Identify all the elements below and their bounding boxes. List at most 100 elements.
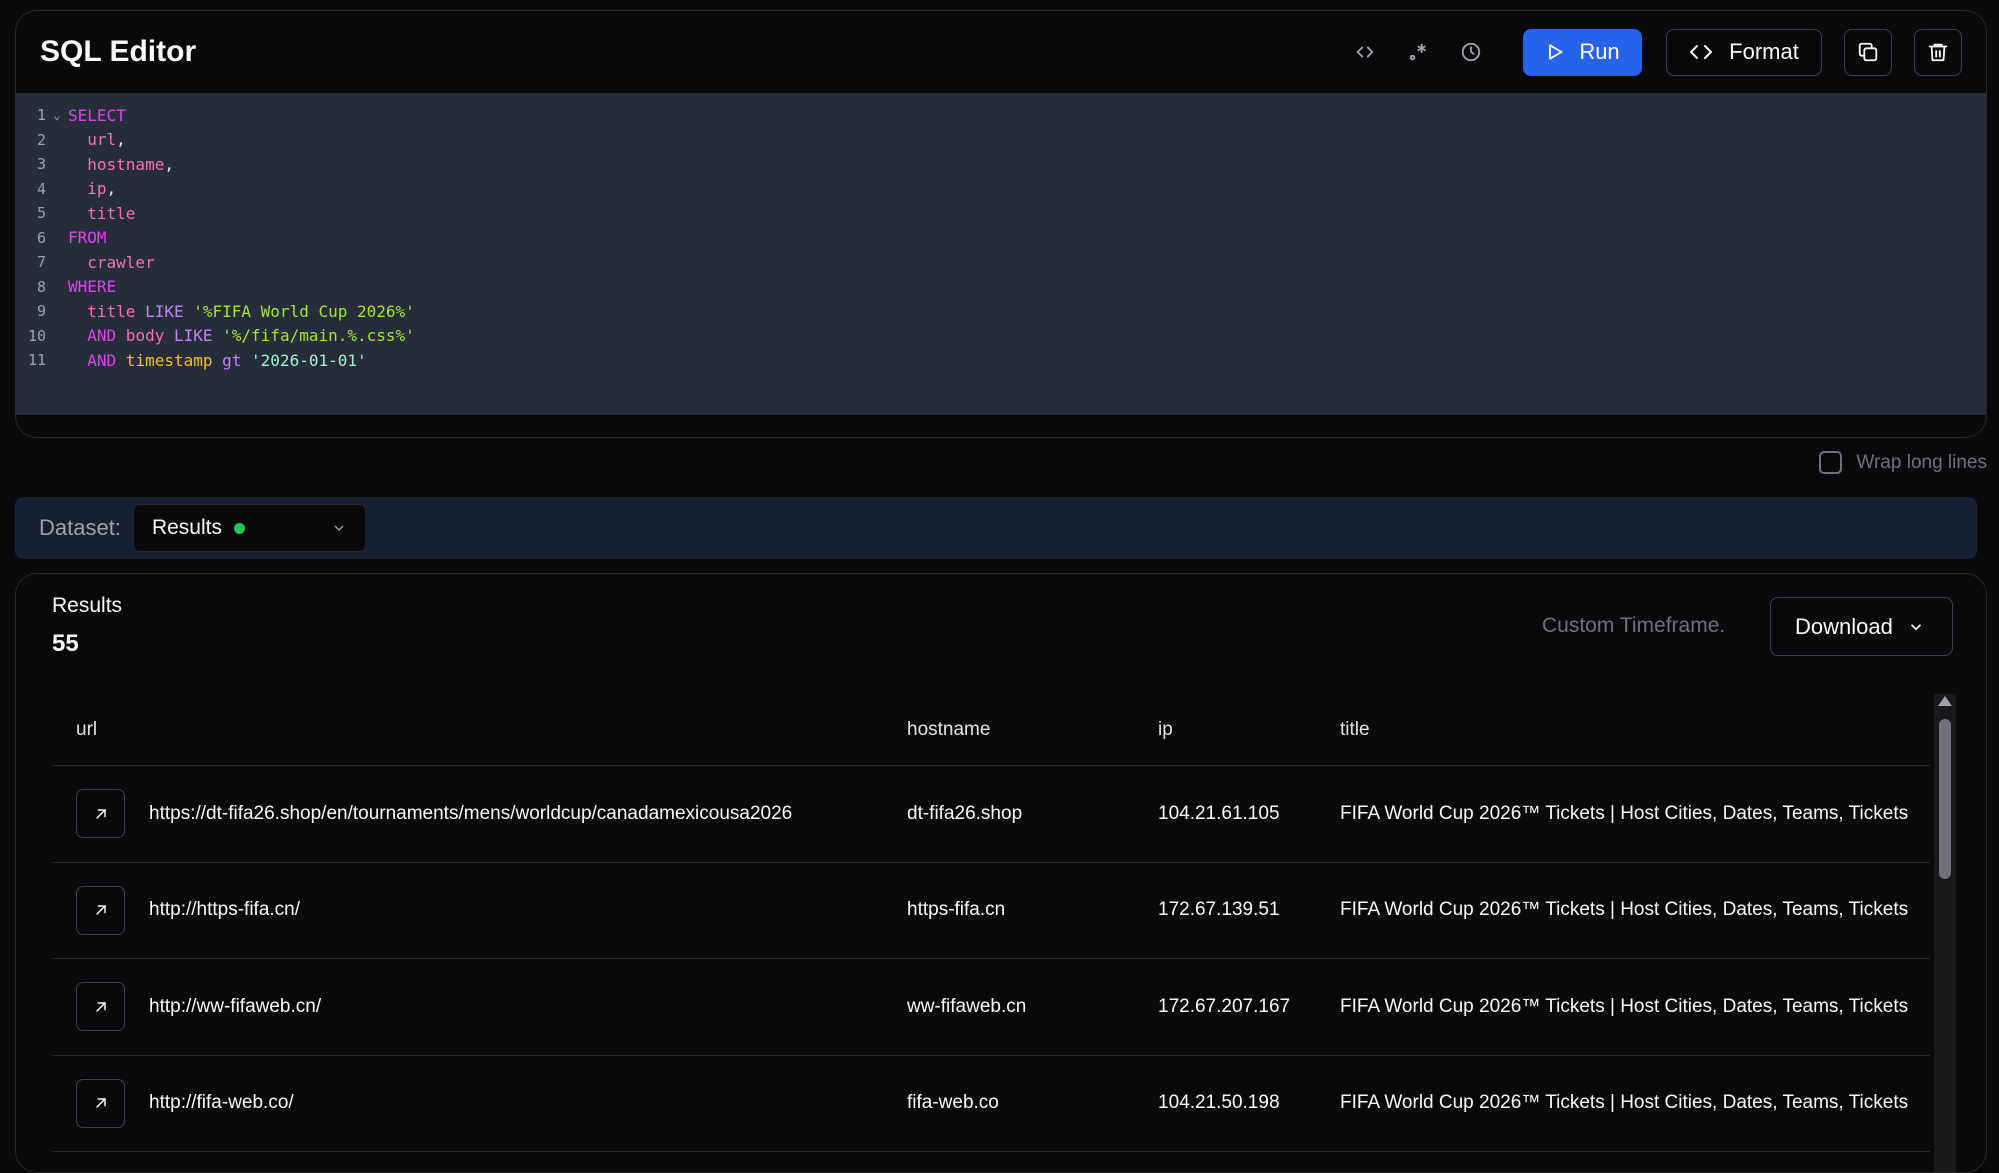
dataset-select[interactable]: Results [132, 504, 366, 552]
line-number: 6 [36, 228, 46, 247]
code-editor[interactable]: 1 ⌄ SELECT 2 url, 3 hostname, 4 ip, 5 title 6 FR… [16, 93, 1986, 415]
code-line[interactable]: 9 title LIKE '%FIFA World Cup 2026%' [16, 299, 1986, 324]
open-link-button[interactable] [76, 885, 125, 935]
code-token: LIKE [135, 301, 194, 321]
custom-timeframe-label: Custom Timeframe. [1542, 614, 1726, 637]
dataset-label: Dataset: [39, 515, 121, 540]
regex-icon[interactable] [1398, 32, 1438, 72]
cell-url: http://fifa-web.co/ [52, 1078, 907, 1128]
cell-ip: 104.21.50.198 [1158, 1092, 1280, 1114]
code-icon[interactable] [1345, 32, 1385, 72]
line-number: 10 [27, 326, 46, 345]
scroll-thumb[interactable] [1939, 719, 1951, 879]
arrow-up-right-icon [95, 905, 106, 915]
code-token: '%FIFA World Cup 2026%' [193, 301, 415, 321]
results-table: url hostname ip title https://dt-fifa26.… [52, 694, 1930, 1152]
table-row[interactable]: http://https-fifa.cn/https-fifa.cn 172.67… [52, 863, 1930, 959]
cell-title: FIFA World Cup 2026™ Tickets | Host Citi… [1340, 995, 1909, 1017]
line-number: 2 [36, 130, 46, 149]
arrow-up-right-icon [95, 1002, 106, 1012]
wrap-checkbox[interactable] [1819, 451, 1843, 474]
chevron-down-icon [334, 525, 344, 531]
line-number: 8 [36, 277, 46, 296]
cell-ip: 172.67.207.167 [1158, 995, 1291, 1017]
code-text: url, [68, 130, 126, 149]
code-token: title [68, 301, 136, 321]
code-token: hostname [68, 154, 165, 174]
column-header-url[interactable]: url [52, 719, 907, 741]
copy-icon [1858, 42, 1878, 62]
download-label: Download [1795, 613, 1893, 639]
url-text[interactable]: https://dt-fifa26.shop/en/tournaments/me… [149, 803, 792, 825]
code-line[interactable]: 5 title [16, 201, 1986, 226]
code-line[interactable]: 4 ip, [16, 177, 1986, 202]
url-text[interactable]: http://fifa-web.co/ [149, 1092, 294, 1114]
code-line[interactable]: 3 hostname, [16, 152, 1986, 177]
code-token: AND [68, 326, 117, 346]
open-link-button[interactable] [76, 982, 125, 1032]
sql-editor-panel: SQL Editor Run Format 1 ⌄ SELECT 2 url, 3 ho… [15, 10, 1987, 438]
code-token: body [116, 326, 165, 346]
line-number: 4 [36, 179, 46, 198]
line-number: 7 [36, 253, 46, 272]
code-text: AND timestamp gt '2026-01-01' [68, 350, 366, 370]
code-line[interactable]: 2 url, [16, 128, 1986, 153]
cell-title: FIFA World Cup 2026™ Tickets | Host Citi… [1340, 1092, 1909, 1114]
line-number: 3 [36, 155, 46, 174]
copy-button[interactable] [1844, 28, 1892, 76]
code-text: AND body LIKE '%/fifa/main.%.css%' [68, 326, 415, 345]
open-link-button[interactable] [76, 1078, 125, 1128]
url-text[interactable]: http://https-fifa.cn/ [149, 899, 300, 921]
code-line[interactable]: 1 ⌄ SELECT [16, 103, 1986, 128]
column-header-ip[interactable]: ip [1158, 719, 1340, 741]
code-line[interactable]: 6 FROM [16, 226, 1986, 251]
code-text: SELECT [68, 106, 126, 125]
code-text: hostname, [68, 155, 174, 174]
code-token: LIKE [164, 326, 223, 346]
page-title: SQL Editor [40, 35, 197, 68]
code-line[interactable]: 8 WHERE [16, 275, 1986, 300]
format-label: Format [1729, 39, 1799, 64]
fold-chevron-icon[interactable]: ⌄ [46, 108, 68, 122]
scroll-up-arrow-icon[interactable] [1938, 696, 1952, 706]
cell-hostname: https-fifa.cn [907, 899, 1006, 921]
table-body: https://dt-fifa26.shop/en/tournaments/me… [52, 766, 1930, 1152]
editor-header: SQL Editor Run Format [16, 11, 1986, 93]
code-text: ip, [68, 179, 116, 198]
wrap-long-lines-toggle: Wrap long lines [1819, 451, 1987, 474]
table-header: url hostname ip title [52, 694, 1930, 766]
url-text[interactable]: http://ww-fifaweb.cn/ [149, 996, 321, 1018]
dataset-bar: Dataset: Results [15, 497, 1977, 559]
code-token: title [68, 203, 136, 223]
table-row[interactable]: http://fifa-web.co/fifa-web.co 104.21.50.… [52, 1056, 1930, 1152]
open-link-button[interactable] [76, 789, 125, 839]
code-token: , [116, 130, 126, 150]
line-number: 5 [36, 204, 46, 223]
line-number: 11 [27, 351, 46, 370]
download-button[interactable]: Download [1770, 597, 1953, 656]
code-line[interactable]: 7 crawler [16, 250, 1986, 275]
format-button[interactable]: Format [1666, 28, 1822, 76]
dataset-selected: Results [151, 516, 222, 539]
column-header-hostname[interactable]: hostname [907, 719, 1158, 741]
arrow-up-right-icon [95, 809, 106, 819]
table-row[interactable]: https://dt-fifa26.shop/en/tournaments/me… [52, 766, 1930, 863]
wrap-label: Wrap long lines [1856, 451, 1987, 473]
code-token: , [164, 154, 174, 174]
code-token: SELECT [68, 105, 126, 125]
table-row[interactable]: http://ww-fifaweb.cn/ww-fifaweb.cn 172.67… [52, 959, 1930, 1056]
code-token: timestamp [116, 350, 213, 370]
play-icon [1549, 44, 1563, 60]
code-text: FROM [68, 228, 107, 247]
code-line[interactable]: 10 AND body LIKE '%/fifa/main.%.css%' [16, 324, 1986, 349]
cell-ip: 172.67.139.51 [1158, 899, 1280, 921]
delete-button[interactable] [1914, 28, 1962, 76]
run-button[interactable]: Run [1523, 28, 1642, 76]
results-panel: Results 55 Custom Timeframe. Download ur… [15, 573, 1987, 1173]
column-header-title[interactable]: title [1340, 719, 1930, 741]
line-number: 1 [36, 106, 46, 125]
cell-hostname: dt-fifa26.shop [907, 802, 1023, 824]
scrollbar[interactable] [1934, 694, 1956, 1172]
code-line[interactable]: 11 AND timestamp gt '2026-01-01' [16, 348, 1986, 373]
history-icon[interactable] [1451, 32, 1491, 72]
